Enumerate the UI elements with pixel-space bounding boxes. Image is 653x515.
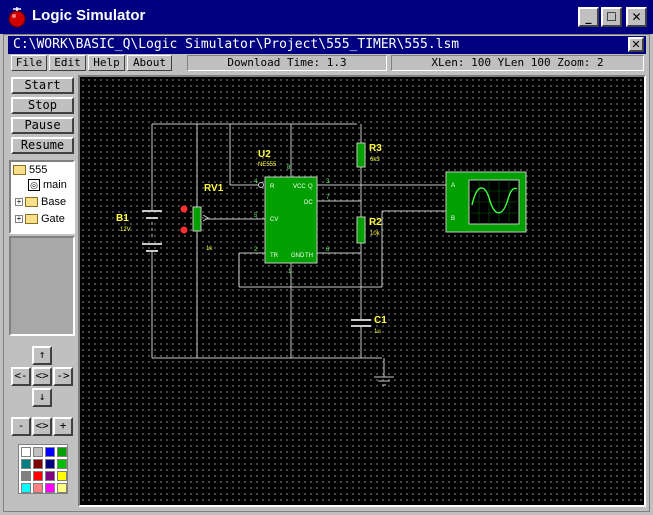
color-palette bbox=[18, 444, 68, 494]
c1-value: 1u bbox=[374, 329, 381, 335]
ground-icon bbox=[374, 376, 394, 386]
palette-swatch[interactable] bbox=[21, 459, 31, 469]
palette-swatch[interactable] bbox=[21, 447, 31, 457]
open-folder-icon bbox=[13, 165, 26, 175]
pin-number: 6 bbox=[326, 247, 330, 253]
palette-swatch[interactable] bbox=[45, 483, 55, 493]
folder-icon bbox=[25, 214, 38, 224]
pause-button[interactable]: Pause bbox=[11, 117, 74, 134]
b1-value: 12V bbox=[120, 227, 131, 233]
app-icon bbox=[8, 7, 26, 28]
battery-b1[interactable] bbox=[142, 210, 162, 252]
palette-swatch[interactable] bbox=[33, 447, 43, 457]
folder-icon bbox=[25, 197, 38, 207]
pin-number: 2 bbox=[254, 247, 258, 253]
tree-label: 555 bbox=[29, 164, 48, 176]
palette-swatch[interactable] bbox=[45, 447, 55, 457]
stop-button[interactable]: Stop bbox=[11, 97, 74, 114]
zoom-reset-button[interactable]: <> bbox=[32, 417, 52, 436]
tree-item-555[interactable]: 555 bbox=[13, 164, 47, 176]
maximize-button[interactable]: ☐ bbox=[601, 7, 622, 27]
tree-label: Gate bbox=[41, 213, 65, 225]
document-path: C:\WORK\BASIC_Q\Logic Simulator\Project\… bbox=[8, 36, 646, 54]
menu-help[interactable]: Help bbox=[88, 55, 125, 71]
pin-number: 7 bbox=[326, 195, 330, 201]
pan-left-button[interactable]: <- bbox=[11, 367, 31, 386]
u2-part: NE555 bbox=[258, 162, 277, 168]
palette-swatch[interactable] bbox=[45, 471, 55, 481]
pin-number: 8 bbox=[287, 165, 291, 171]
pin-dc-label: DC bbox=[304, 200, 313, 206]
pin-number: 3 bbox=[326, 179, 330, 185]
pan-center-button[interactable]: <> bbox=[32, 367, 52, 386]
scope-input-a: A bbox=[451, 183, 455, 189]
b1-ref: B1 bbox=[116, 213, 129, 224]
pan-down-button[interactable]: ↓ bbox=[32, 388, 52, 407]
schematic-canvas[interactable]: B1 12V RV1 1k U2 NE555 R VCC Q DC CV TR … bbox=[78, 75, 646, 507]
c1-ref: C1 bbox=[374, 315, 387, 326]
project-tree: 555 ◎ main + Base + Gate bbox=[9, 160, 75, 234]
properties-panel bbox=[9, 236, 75, 336]
reset-inversion-bubble bbox=[258, 182, 264, 188]
pin-th-label: TH bbox=[305, 253, 313, 259]
zoom-in-button[interactable]: + bbox=[53, 417, 73, 436]
rv1-value: 1k bbox=[206, 246, 213, 252]
palette-swatch[interactable] bbox=[33, 471, 43, 481]
pin-number: 5 bbox=[254, 213, 258, 219]
menu-edit[interactable]: Edit bbox=[49, 55, 86, 71]
palette-swatch[interactable] bbox=[33, 483, 43, 493]
schematic-diagram: B1 12V RV1 1k U2 NE555 R VCC Q DC CV TR … bbox=[116, 123, 527, 386]
r2-ref: R2 bbox=[369, 217, 382, 228]
palette-swatch[interactable] bbox=[33, 459, 43, 469]
pin-r-label: R bbox=[270, 184, 275, 190]
r3-resistor[interactable] bbox=[356, 142, 366, 168]
r3-value: 6k3 bbox=[370, 157, 380, 163]
scope-input-b: B bbox=[451, 216, 455, 222]
pin-tr-label: TR bbox=[270, 253, 279, 259]
start-button[interactable]: Start bbox=[11, 77, 74, 94]
rv1-ref: RV1 bbox=[204, 183, 224, 194]
menu-about[interactable]: About bbox=[127, 55, 172, 71]
palette-swatch[interactable] bbox=[21, 483, 31, 493]
palette-swatch[interactable] bbox=[21, 471, 31, 481]
palette-swatch[interactable] bbox=[45, 459, 55, 469]
u2-ref: U2 bbox=[258, 149, 271, 160]
zoom-out-button[interactable]: - bbox=[11, 417, 31, 436]
rv1-terminal-dot[interactable] bbox=[180, 205, 188, 213]
pin-q-label: Q bbox=[308, 184, 313, 190]
c1-capacitor[interactable] bbox=[351, 319, 371, 327]
palette-swatch[interactable] bbox=[57, 471, 67, 481]
pin-cv-label: CV bbox=[270, 217, 278, 223]
resume-button[interactable]: Resume bbox=[11, 137, 74, 154]
rv1-terminal-dot[interactable] bbox=[180, 226, 188, 234]
wiper-arrow-icon bbox=[202, 214, 209, 222]
rv1-body[interactable] bbox=[192, 206, 202, 232]
expand-icon[interactable]: + bbox=[15, 198, 23, 206]
tree-label: main bbox=[43, 179, 67, 191]
r2-value: 10k bbox=[370, 231, 381, 237]
module-icon: ◎ bbox=[28, 179, 40, 191]
document-close-button[interactable]: ✕ bbox=[628, 37, 644, 52]
r3-ref: R3 bbox=[369, 143, 382, 154]
pin-gnd-label: GND bbox=[291, 253, 305, 259]
download-time-status: Download Time: 1.3 bbox=[187, 55, 387, 71]
minimize-button[interactable]: _ bbox=[578, 7, 599, 27]
pin-number: 4 bbox=[254, 179, 258, 185]
tree-item-gate[interactable]: + Gate bbox=[15, 213, 65, 225]
pan-right-button[interactable]: -> bbox=[53, 367, 73, 386]
expand-icon[interactable]: + bbox=[15, 215, 23, 223]
tree-item-base[interactable]: + Base bbox=[15, 196, 66, 208]
palette-swatch[interactable] bbox=[57, 483, 67, 493]
close-button[interactable]: ✕ bbox=[626, 7, 647, 27]
tree-item-main[interactable]: ◎ main bbox=[28, 179, 67, 191]
pin-vcc-label: VCC bbox=[293, 184, 306, 190]
pan-up-button[interactable]: ↑ bbox=[32, 346, 52, 365]
window-title: Logic Simulator bbox=[32, 7, 146, 24]
palette-swatch[interactable] bbox=[57, 459, 67, 469]
menu-file[interactable]: File bbox=[11, 55, 47, 71]
palette-swatch[interactable] bbox=[57, 447, 67, 457]
tree-label: Base bbox=[41, 196, 67, 208]
dimensions-status: XLen: 100 YLen 100 Zoom: 2 bbox=[391, 55, 644, 71]
r2-resistor[interactable] bbox=[356, 216, 366, 244]
